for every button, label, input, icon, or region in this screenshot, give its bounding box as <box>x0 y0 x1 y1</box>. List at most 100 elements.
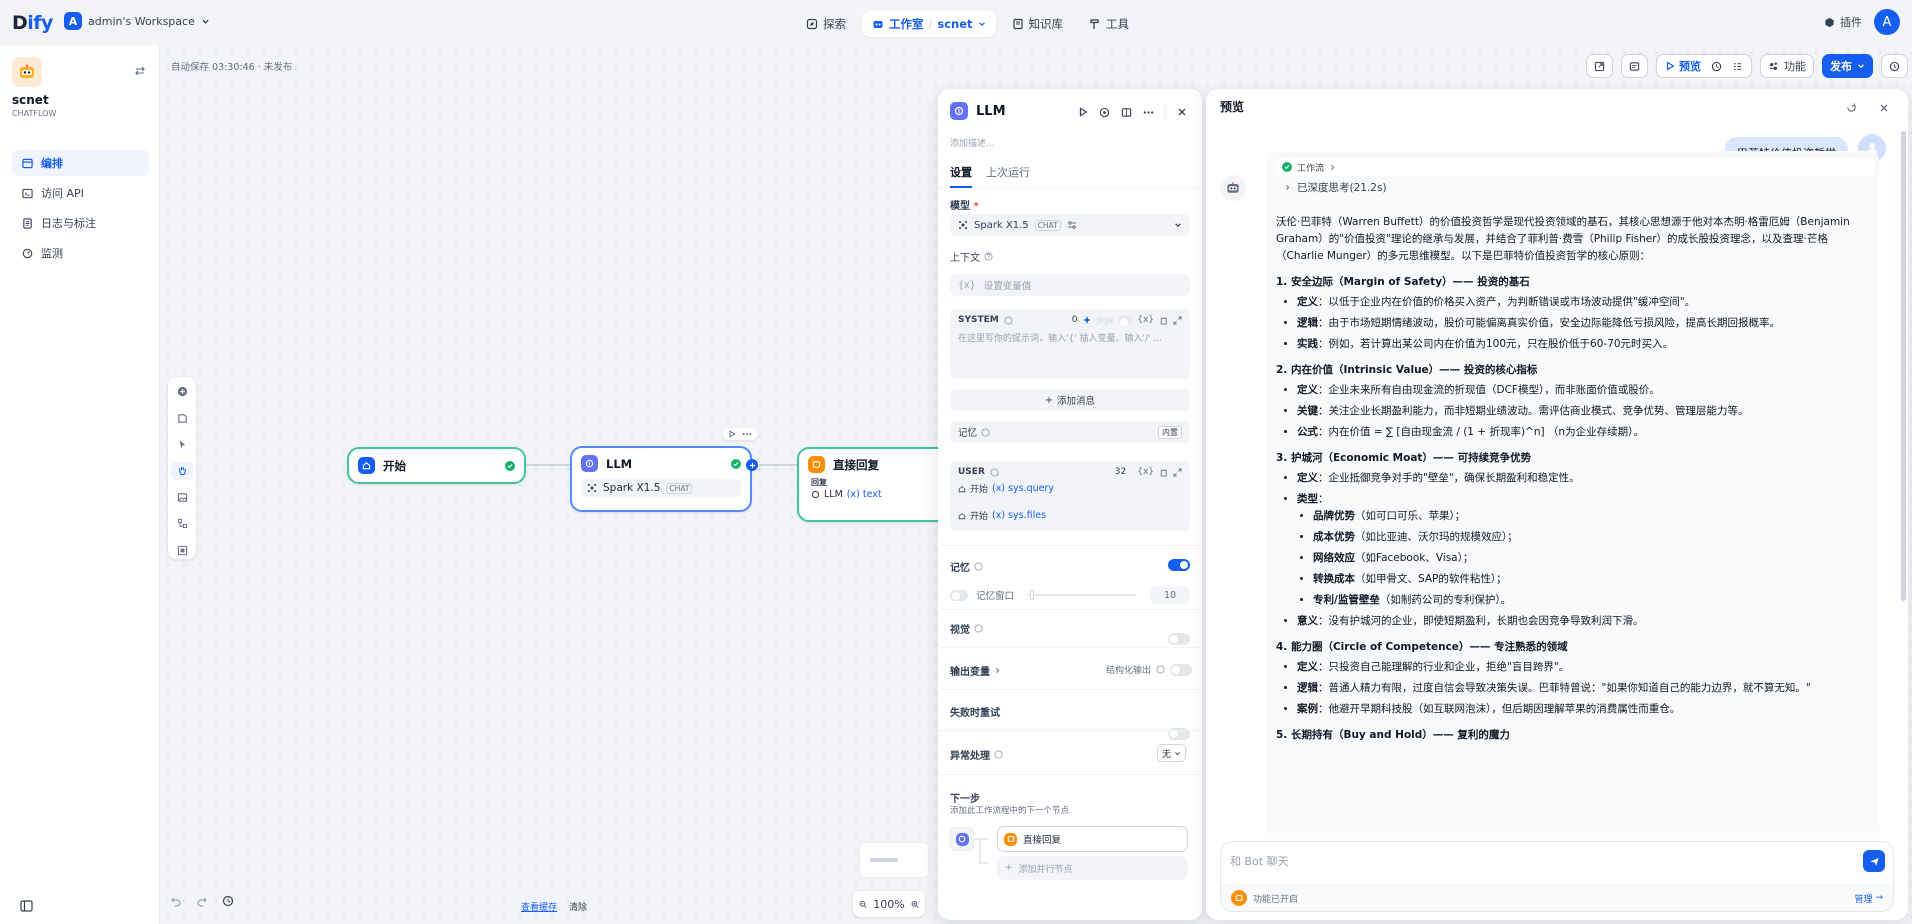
sliders-icon[interactable] <box>1067 220 1077 230</box>
run-icon[interactable] <box>728 430 736 438</box>
pointer-tool[interactable] <box>171 436 193 453</box>
tab-last-run[interactable]: 上次运行 <box>986 164 1030 188</box>
autosave-status: 自动保存 03:30:46 · 未发布 <box>171 62 293 73</box>
minimap[interactable] <box>859 842 929 878</box>
add-parallel-node-button[interactable]: + 添加并行节点 <box>997 856 1188 880</box>
answer-sections: 1. 安全边际（Margin of Safety）—— 投资的基石定义：以低于企… <box>1276 274 1869 744</box>
add-next-node-button[interactable] <box>746 459 758 471</box>
book-open-icon[interactable] <box>1121 107 1132 118</box>
llm-node[interactable]: LLM Spark X1.5 CHAT <box>570 446 752 512</box>
expand-icon[interactable] <box>1173 315 1182 325</box>
undo-icon[interactable] <box>170 895 182 907</box>
nav-explore[interactable]: 探索 <box>796 11 856 37</box>
close-icon[interactable] <box>1879 103 1889 113</box>
view-cache-link[interactable]: 查看缓存 <box>517 898 562 915</box>
clear-cache-link[interactable]: 清除 <box>569 900 587 913</box>
maximize-tool[interactable] <box>171 542 193 559</box>
send-button[interactable] <box>1863 850 1885 872</box>
structured-output-toggle[interactable] <box>1170 663 1193 676</box>
output-vars-toggle[interactable]: 输出变量 <box>950 663 1001 678</box>
dify-logo[interactable]: Dify <box>12 12 53 34</box>
toggle-sidebar-button[interactable] <box>20 900 33 912</box>
vision-toggle[interactable] <box>1168 633 1190 645</box>
tab-settings[interactable]: 设置 <box>950 164 972 188</box>
features-button[interactable]: 功能 <box>1760 54 1814 78</box>
env-vars-button[interactable] <box>1621 54 1648 78</box>
zoom-level[interactable]: 100% <box>873 898 904 911</box>
app-sidebar: scnet CHATFLOW 编排 访问 API 日志与标注 监测 <box>0 45 160 924</box>
preview-scrollbar[interactable] <box>1901 131 1906 601</box>
sidebar-item-api[interactable]: 访问 API <box>12 180 149 206</box>
user-var-query[interactable]: 开始 (x) sys.query <box>958 482 1182 495</box>
answer-list-item: 专利/监管壁垒（如制药公司的专利保护）。 <box>1313 592 1869 609</box>
add-message-button[interactable]: + 添加消息 <box>950 389 1190 411</box>
top-bar: Dify A admin's Workspace 探索 工作室 / scnet … <box>0 0 1912 45</box>
user-avatar[interactable]: A <box>1874 9 1900 35</box>
checklist-icon[interactable] <box>1732 61 1743 72</box>
export-image-tool[interactable] <box>171 489 193 506</box>
preview-group: 预览 <box>1656 54 1752 78</box>
publish-button[interactable]: 发布 <box>1822 54 1873 78</box>
next-node-answer[interactable]: 直接回复 <box>997 826 1188 852</box>
zoom-out-icon[interactable] <box>859 899 867 910</box>
answer-list: 定义：企业未来所有自由现金流的折现值（DCF模型），而非账面价值或股价。关键：关… <box>1276 382 1869 441</box>
chat-input[interactable]: 和 Bot 聊天 <box>1230 853 1289 869</box>
more-icon[interactable] <box>1143 107 1154 118</box>
play-icon <box>1666 61 1675 71</box>
start-node[interactable]: 开始 <box>347 447 526 484</box>
sidebar-item-orchestrate[interactable]: 编排 <box>12 150 149 176</box>
robot-face-icon <box>20 64 34 78</box>
version-history-button[interactable] <box>1881 54 1908 78</box>
plugins-link[interactable]: 插件 <box>1824 14 1862 30</box>
model-selector[interactable]: Spark X1.5 CHAT <box>950 214 1190 236</box>
description-input[interactable]: 添加描述... <box>950 136 995 149</box>
nav-app-name[interactable]: scnet <box>937 17 972 31</box>
redo-icon[interactable] <box>196 895 208 907</box>
sparkle-icon[interactable] <box>1082 315 1092 325</box>
workflow-process-toggle[interactable]: 工作流 <box>1276 158 1876 176</box>
sidebar-item-logs[interactable]: 日志与标注 <box>12 210 149 236</box>
context-variable-input[interactable]: {x} 设置变量值 <box>950 274 1190 296</box>
run-step-icon[interactable] <box>1078 107 1088 117</box>
add-note-tool[interactable] <box>171 409 193 426</box>
system-prompt-input[interactable]: 在这里写你的提示词，输入'{' 插入变量、输入'/' ... <box>958 331 1182 344</box>
add-node-tool[interactable] <box>171 383 193 400</box>
memory-window-input[interactable]: 10 <box>1150 586 1190 604</box>
zoom-in-icon[interactable] <box>911 899 919 910</box>
sidebar-item-monitor[interactable]: 监测 <box>12 240 149 266</box>
close-icon[interactable] <box>1177 107 1187 117</box>
hammer-icon <box>1090 19 1099 29</box>
nav-studio[interactable]: 工作室 / scnet <box>862 11 996 37</box>
share-button[interactable] <box>1586 54 1613 78</box>
target-icon[interactable] <box>1099 107 1110 118</box>
panel-title[interactable]: LLM <box>976 104 1006 119</box>
user-var-files[interactable]: 开始 (x) sys.files <box>958 509 1182 522</box>
app-type: CHATFLOW <box>12 109 57 118</box>
nav-knowledge[interactable]: 知识库 <box>1002 11 1074 37</box>
hand-tool[interactable] <box>171 462 193 480</box>
preview-button[interactable]: 预览 <box>1665 58 1701 74</box>
history-icon[interactable] <box>222 895 234 907</box>
jinja-toggle[interactable] <box>1118 316 1133 326</box>
refresh-icon[interactable] <box>1846 102 1857 113</box>
memory-toggle[interactable] <box>1168 559 1190 571</box>
more-icon[interactable] <box>742 430 752 438</box>
expand-icon[interactable] <box>1173 467 1182 477</box>
manage-features-link[interactable]: 管理 → <box>1854 892 1883 905</box>
nav-tools[interactable]: 工具 <box>1079 11 1139 37</box>
answer-list-item: 逻辑：普通人精力有限，过度自信会导致决策失误。巴菲特曾说："如果你知道自己的能力… <box>1297 680 1869 697</box>
memory-window-toggle[interactable] <box>950 589 968 601</box>
collapse-sidebar-button[interactable] <box>134 65 146 77</box>
answer-section-heading: 4. 能力圈（Circle of Competence）—— 专注熟悉的领域 <box>1276 641 1568 653</box>
copy-icon[interactable] <box>1159 468 1168 477</box>
llm-node-actions <box>723 428 757 440</box>
features-status: 功能已开启 <box>1253 894 1299 905</box>
organize-tool[interactable] <box>171 515 193 532</box>
memory-window-slider[interactable] <box>1028 590 1136 600</box>
thinking-toggle[interactable]: 已深度思考(21.2s) <box>1284 180 1869 195</box>
history-icon[interactable] <box>1711 61 1722 72</box>
workspace-switcher[interactable]: A admin's Workspace <box>64 12 210 30</box>
error-handling-select[interactable]: 无 <box>1157 744 1187 762</box>
copy-icon[interactable] <box>1159 316 1168 325</box>
answer-section-heading: 1. 安全边际（Margin of Safety）—— 投资的基石 <box>1276 276 1530 288</box>
